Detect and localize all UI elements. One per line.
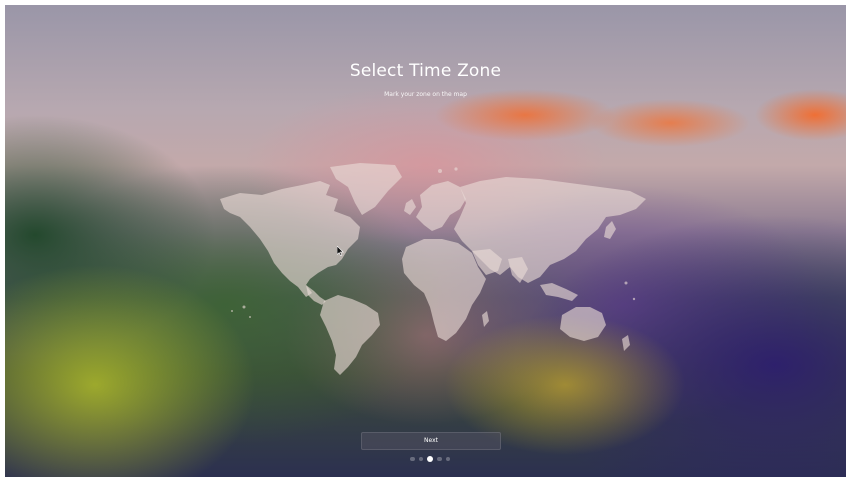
map-region-japan xyxy=(604,221,616,239)
map-region-uk xyxy=(404,199,416,215)
step-dot xyxy=(437,456,442,462)
arrow-cursor-icon xyxy=(336,241,345,256)
map-region-new-zealand xyxy=(622,335,630,351)
world-map[interactable] xyxy=(210,155,650,377)
map-region-south-america xyxy=(320,295,380,375)
map-region-southeast-asia xyxy=(540,283,578,301)
setup-window: Select Time Zone Mark your zone on the m… xyxy=(5,5,846,477)
map-region-australia xyxy=(560,307,606,341)
step-dot-active xyxy=(427,456,433,462)
page-subtitle: Mark your zone on the map xyxy=(384,91,467,98)
map-region-greenland xyxy=(330,163,402,215)
map-region-island xyxy=(454,167,458,171)
map-region-island xyxy=(632,297,636,301)
map-region-island xyxy=(249,316,251,318)
map-region-island xyxy=(624,281,628,285)
map-region-island xyxy=(242,305,246,309)
next-button[interactable]: Next xyxy=(361,432,501,450)
step-indicator xyxy=(410,456,450,462)
step-dot xyxy=(418,456,423,462)
map-region-island xyxy=(438,169,442,173)
step-dot xyxy=(410,456,415,462)
map-region-island xyxy=(231,310,233,312)
page-title: Select Time Zone xyxy=(349,61,502,81)
map-region-north-america xyxy=(220,181,360,297)
step-dot xyxy=(445,456,450,462)
map-region-madagascar xyxy=(482,311,489,327)
map-region-central-america xyxy=(306,285,326,305)
map-region-africa xyxy=(402,239,486,341)
